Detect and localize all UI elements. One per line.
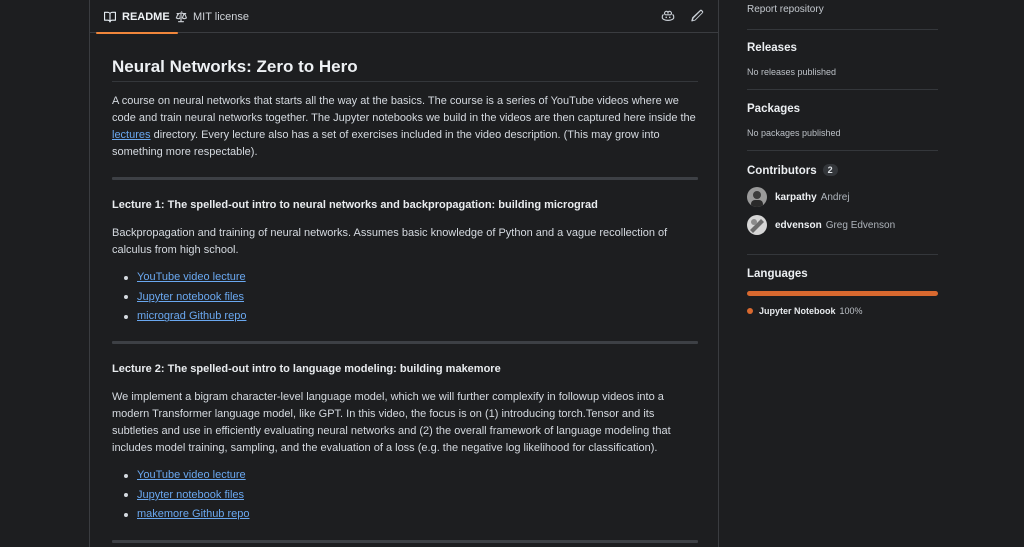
lecture-1-repo-link[interactable]: micrograd Github repo <box>137 307 246 326</box>
title-divider <box>112 81 698 82</box>
sidebar-divider <box>747 29 938 30</box>
lectures-link[interactable]: lectures <box>112 129 151 141</box>
lecture-2-notebook-link[interactable]: Jupyter notebook files <box>137 486 244 505</box>
book-icon <box>104 11 116 23</box>
language-item[interactable]: Jupyter Notebook 100% <box>747 306 863 316</box>
packages-empty-text: No packages published <box>747 128 841 138</box>
lecture-2-description: We implement a bigram character-level la… <box>112 391 671 454</box>
section-divider <box>112 177 698 180</box>
sidebar-divider <box>747 150 938 151</box>
sidebar-divider <box>747 89 938 90</box>
list-item: Jupyter notebook files <box>124 486 250 506</box>
report-repository-link[interactable]: Report repository <box>747 4 824 15</box>
contributor-login[interactable]: edvenson <box>775 220 822 231</box>
intro-text-after: directory. Every lecture also has a set … <box>112 129 660 158</box>
avatar <box>747 187 767 207</box>
list-item: YouTube video lecture <box>124 466 250 486</box>
lecture-1-youtube-link[interactable]: YouTube video lecture <box>137 268 246 287</box>
list-item: makemore Github repo <box>124 505 250 525</box>
lecture-2-youtube-link[interactable]: YouTube video lecture <box>137 466 246 485</box>
pencil-icon[interactable] <box>691 9 704 22</box>
lecture-1-notebook-link[interactable]: Jupyter notebook files <box>137 288 244 307</box>
list-item: micrograd Github repo <box>124 307 246 327</box>
lecture-1-description: Backpropagation and training of neural n… <box>112 227 668 256</box>
lecture-1-heading: Lecture 1: The spelled-out intro to neur… <box>112 199 598 211</box>
language-color-dot <box>747 308 753 314</box>
section-divider <box>112 341 698 344</box>
contributor-karpathy[interactable]: karpathy Andrej <box>747 187 850 207</box>
packages-heading[interactable]: Packages <box>747 103 800 115</box>
list-item: Jupyter notebook files <box>124 288 246 308</box>
contributors-heading-label: Contributors <box>747 165 817 177</box>
releases-heading[interactable]: Releases <box>747 42 797 54</box>
contributors-count-badge: 2 <box>822 164 838 176</box>
language-percent: 100% <box>839 306 863 316</box>
list-item: YouTube video lecture <box>124 268 246 288</box>
releases-empty-text: No releases published <box>747 67 837 77</box>
contributor-name: Greg Edvenson <box>825 219 896 231</box>
readme-tabbar: README MIT license <box>90 0 718 34</box>
lecture-2-links: YouTube video lecture Jupyter notebook f… <box>124 466 250 525</box>
tab-readme[interactable]: README <box>96 0 178 34</box>
scale-icon <box>175 10 187 22</box>
section-divider <box>112 540 698 543</box>
languages-heading: Languages <box>747 268 808 280</box>
copilot-icon[interactable] <box>661 9 675 23</box>
readme-title: Neural Networks: Zero to Hero <box>112 57 358 76</box>
readme-actions <box>661 9 704 23</box>
contributor-edvenson[interactable]: edvenson Greg Edvenson <box>747 215 895 235</box>
intro-paragraph: A course on neural networks that starts … <box>112 93 698 161</box>
tab-readme-label: README <box>122 10 170 23</box>
contributor-name: Andrej <box>820 191 850 203</box>
contributor-login[interactable]: karpathy <box>775 192 817 203</box>
readme-panel: README MIT license Neural Networks: Zero… <box>89 0 719 547</box>
language-bar <box>747 291 938 296</box>
lecture-2-heading: Lecture 2: The spelled-out intro to lang… <box>112 363 501 375</box>
lecture-2-repo-link[interactable]: makemore Github repo <box>137 505 250 524</box>
contributors-heading[interactable]: Contributors 2 <box>747 164 838 177</box>
sidebar-divider <box>747 254 938 255</box>
intro-text-before: A course on neural networks that starts … <box>112 95 696 124</box>
tab-license[interactable]: MIT license <box>175 0 249 33</box>
avatar <box>747 215 767 235</box>
lecture-1-links: YouTube video lecture Jupyter notebook f… <box>124 268 246 327</box>
language-name: Jupyter Notebook <box>759 306 836 316</box>
tab-license-label: MIT license <box>193 10 250 23</box>
